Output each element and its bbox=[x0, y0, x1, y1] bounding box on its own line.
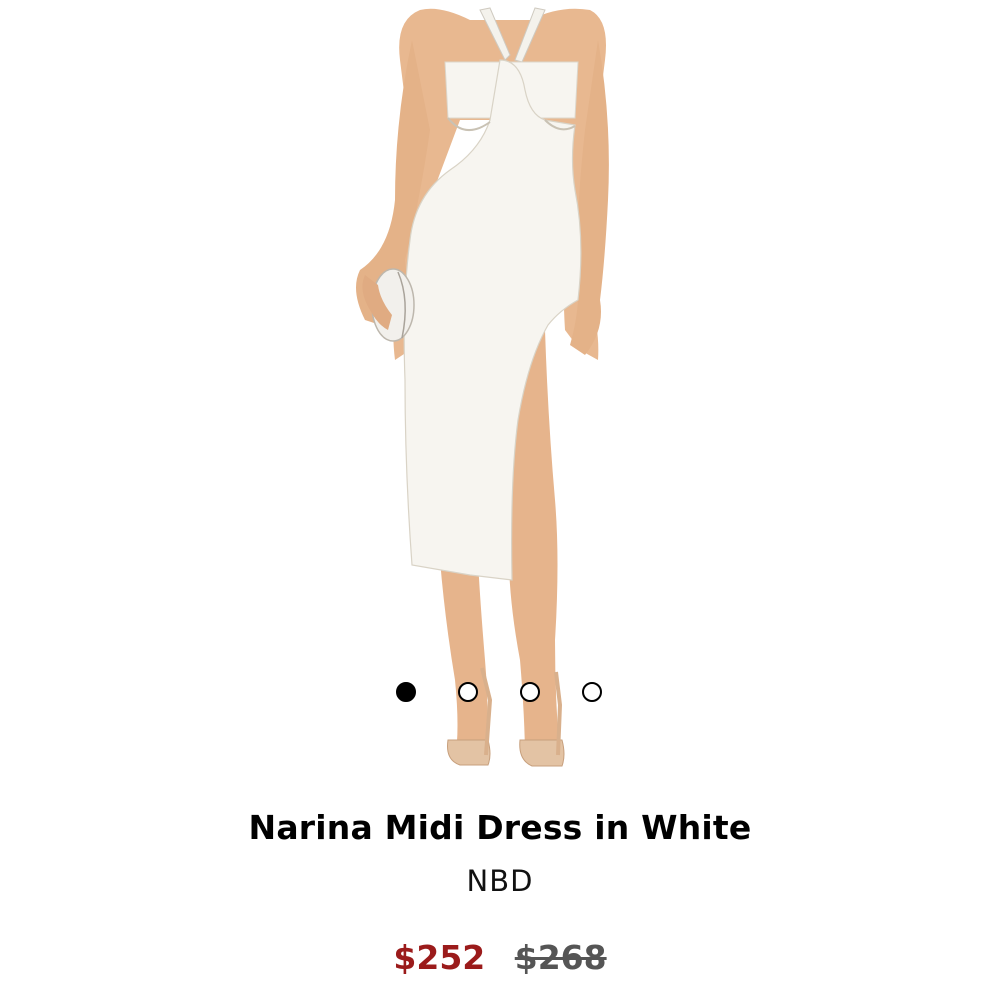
carousel-dot-4[interactable] bbox=[582, 682, 602, 702]
product-page: Narina Midi Dress in White NBD $252 $268 bbox=[0, 0, 1000, 1000]
price-block: $252 $268 bbox=[0, 938, 1000, 977]
original-price: $268 bbox=[514, 938, 607, 977]
carousel-dot-1[interactable] bbox=[396, 682, 416, 702]
carousel-dots bbox=[396, 682, 606, 704]
sale-price: $252 bbox=[393, 938, 486, 977]
carousel-dot-2[interactable] bbox=[458, 682, 478, 702]
carousel-dot-3[interactable] bbox=[520, 682, 540, 702]
product-image[interactable] bbox=[0, 0, 1000, 790]
product-brand[interactable]: NBD bbox=[0, 864, 1000, 898]
product-title: Narina Midi Dress in White bbox=[248, 808, 752, 847]
product-photo-illustration bbox=[356, 7, 609, 767]
